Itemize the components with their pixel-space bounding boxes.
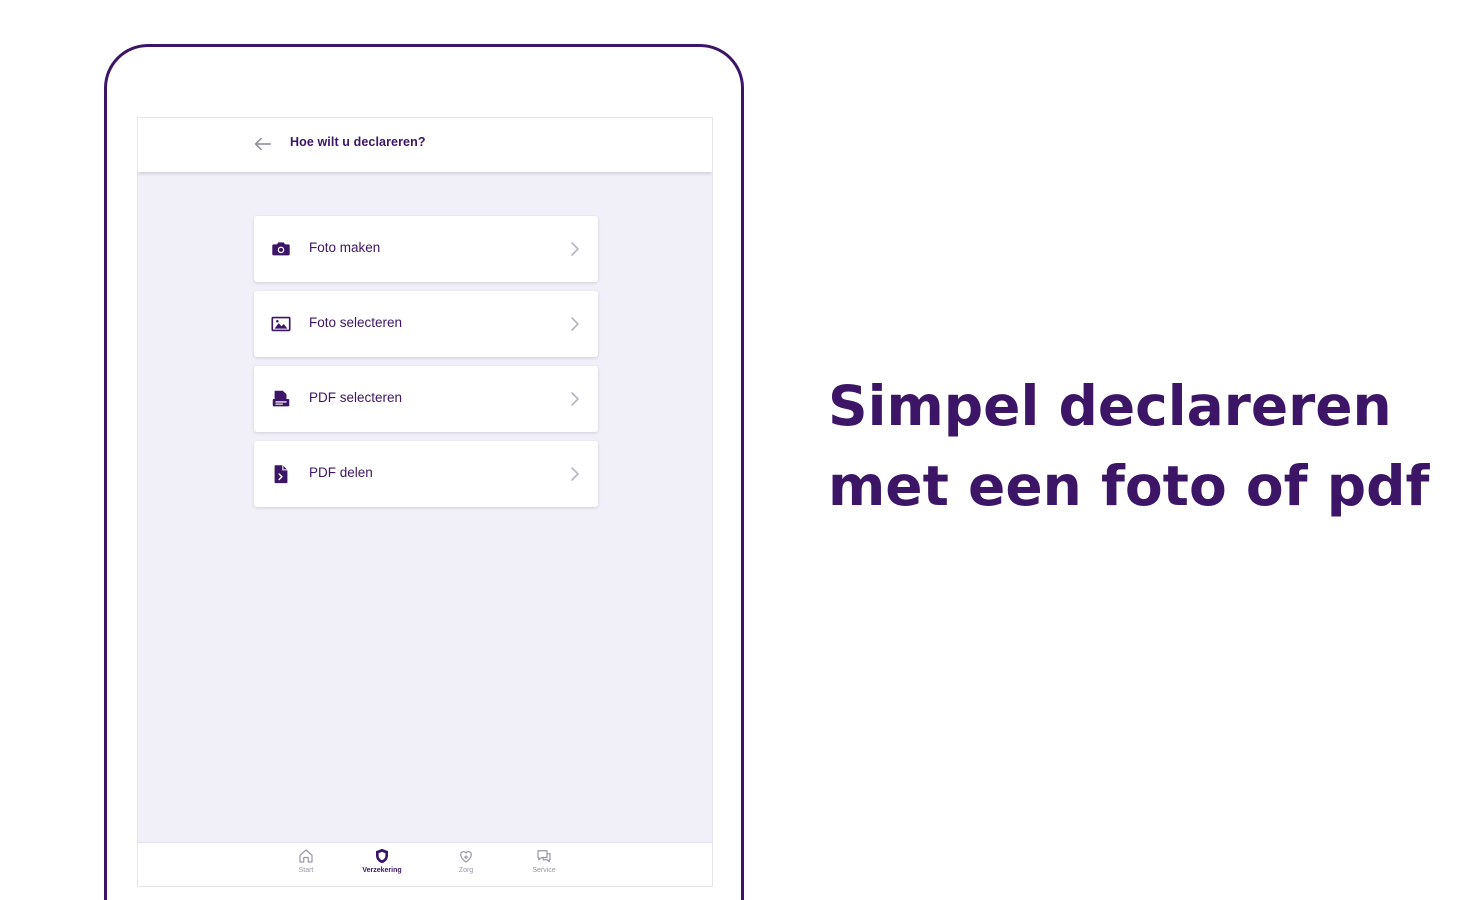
chevron-right-icon: [568, 388, 582, 410]
arrow-left-icon[interactable]: [252, 133, 274, 155]
nav-item-service[interactable]: Service: [514, 847, 574, 885]
headline-line-1: Simpel declareren: [828, 374, 1392, 438]
nav-label: Service: [532, 867, 556, 874]
headline-line-2: met een foto of pdf: [828, 454, 1430, 518]
app-bar: Hoe wilt u declareren?: [138, 118, 712, 172]
promo-headline: Simpel declareren met een foto of pdf: [828, 366, 1448, 526]
pdf-file-icon: [270, 463, 292, 485]
camera-icon: [270, 238, 292, 260]
page-title: Hoe wilt u declareren?: [290, 135, 426, 149]
declaration-options: Foto maken Foto selecteren PDF selectere…: [254, 216, 598, 516]
option-label: Foto maken: [309, 240, 381, 255]
pdf-folder-icon: [270, 388, 292, 410]
option-label: PDF delen: [309, 465, 373, 480]
app-screen: Hoe wilt u declareren? Foto maken Foto s…: [138, 118, 712, 886]
care-icon: [460, 851, 472, 863]
option-pdf-selecteren[interactable]: PDF selecteren: [254, 366, 598, 432]
bottom-navigation: Start Verzekering Zorg Service: [138, 842, 712, 886]
image-icon: [270, 313, 292, 335]
nav-item-verzekering[interactable]: Verzekering: [352, 847, 412, 885]
option-label: PDF selecteren: [309, 390, 403, 405]
option-label: Foto selecteren: [309, 315, 403, 330]
option-foto-maken[interactable]: Foto maken: [254, 216, 598, 282]
chat-icon: [537, 850, 551, 863]
shield-icon: [376, 848, 388, 864]
home-icon: [299, 849, 313, 863]
nav-item-zorg[interactable]: Zorg: [436, 847, 496, 885]
nav-label: Verzekering: [362, 867, 402, 874]
option-foto-selecteren[interactable]: Foto selecteren: [254, 291, 598, 357]
option-pdf-delen[interactable]: PDF delen: [254, 441, 598, 507]
chevron-right-icon: [568, 313, 582, 335]
chevron-right-icon: [568, 238, 582, 260]
chevron-right-icon: [568, 463, 582, 485]
promo-stage: Hoe wilt u declareren? Foto maken Foto s…: [0, 0, 1482, 900]
nav-item-start[interactable]: Start: [276, 847, 336, 885]
nav-label: Start: [298, 867, 314, 874]
nav-label: Zorg: [458, 867, 474, 874]
